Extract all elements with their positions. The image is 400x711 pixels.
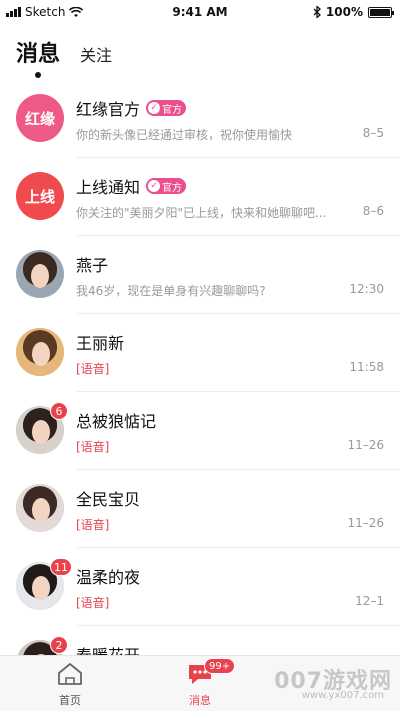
conversation-item[interactable]: 红缘 红缘官方 ✓ 官方 你的新头像已经通过审核，祝你使用愉快 8–5 (0, 80, 400, 158)
verified-check-icon: ✓ (148, 102, 161, 114)
avatar (16, 484, 64, 532)
tabbar-messages-label: 消息 (189, 694, 211, 707)
avatar: 上线 (16, 172, 64, 220)
conversation-list: 红缘 红缘官方 ✓ 官方 你的新头像已经通过审核，祝你使用愉快 8–5 上线 上线… (0, 80, 400, 704)
name-line: 全民宝贝 (76, 486, 140, 510)
message-time: 12–1 (355, 594, 384, 608)
name-line: 红缘官方 ✓ 官方 (76, 96, 187, 120)
conversation-item[interactable]: 上线 上线通知 ✓ 官方 你关注的"美丽夕阳"已上线，快来和她聊聊吧... 8–6 (0, 158, 400, 236)
conversation-item[interactable]: 11 温柔的夜 [语音] 12–1 (0, 548, 400, 626)
status-right: 100% (313, 5, 394, 19)
avatar (16, 250, 64, 298)
unread-badge: 2 (50, 636, 68, 654)
home-icon (58, 663, 82, 685)
avatar (16, 328, 64, 376)
official-badge: ✓ 官方 (146, 100, 187, 116)
contact-name: 王丽新 (76, 334, 125, 353)
tab-messages[interactable]: 消息 (16, 36, 61, 78)
voice-message-tag: [语音] (76, 518, 110, 532)
active-tab-indicator (35, 72, 41, 78)
message-time: 11–26 (347, 516, 384, 530)
tab-messages-label: 消息 (16, 42, 61, 67)
name-line: 上线通知 ✓ 官方 (76, 174, 187, 198)
message-preview: 你关注的"美丽夕阳"已上线，快来和她聊聊吧... (76, 206, 327, 220)
bluetooth-icon (313, 6, 321, 18)
contact-name: 温柔的夜 (76, 568, 141, 587)
tabbar-home-label: 首页 (59, 694, 81, 707)
official-label: 官方 (162, 104, 183, 116)
header-tabs: 消息 关注 (16, 36, 112, 78)
conversation-item[interactable]: 6 总被狼惦记 [语音] 11–26 (0, 392, 400, 470)
message-time: 11:58 (349, 360, 384, 374)
name-line: 总被狼惦记 (76, 408, 156, 432)
battery-percent: 100% (325, 5, 363, 19)
unread-badge: 11 (50, 558, 72, 576)
unread-badge: 6 (50, 402, 68, 420)
conversation-item[interactable]: 王丽新 [语音] 11:58 (0, 314, 400, 392)
message-preview: 你的新头像已经通过审核，祝你使用愉快 (76, 128, 293, 142)
name-line: 燕子 (76, 252, 108, 276)
status-bar: Sketch 9:41 AM 100% (0, 0, 400, 24)
voice-message-tag: [语音] (76, 362, 110, 376)
watermark-url: www.yx007.com (301, 690, 384, 701)
avatar: 红缘 (16, 94, 64, 142)
tab-following[interactable]: 关注 (80, 42, 112, 68)
contact-name: 总被狼惦记 (76, 412, 157, 431)
tabbar-messages[interactable]: 99+ 消息 (170, 658, 236, 708)
message-time: 8–5 (362, 126, 384, 140)
message-time: 8–6 (362, 204, 384, 218)
contact-name: 全民宝贝 (76, 490, 141, 509)
contact-name: 上线通知 (76, 178, 141, 197)
tabbar-home[interactable]: 首页 (40, 662, 100, 708)
voice-message-tag: [语音] (76, 596, 110, 610)
message-time: 11–26 (347, 438, 384, 452)
official-badge: ✓ 官方 (146, 178, 187, 194)
name-line: 温柔的夜 (76, 564, 140, 588)
verified-check-icon: ✓ (148, 180, 161, 192)
message-preview: 我46岁，现在是单身有兴趣聊聊吗? (76, 284, 266, 298)
battery-icon (368, 6, 394, 18)
contact-name: 红缘官方 (76, 100, 141, 119)
name-line: 王丽新 (76, 330, 124, 354)
contact-name: 燕子 (76, 256, 109, 275)
messages-badge: 99+ (204, 658, 236, 674)
conversation-item[interactable]: 燕子 我46岁，现在是单身有兴趣聊聊吗? 12:30 (0, 236, 400, 314)
voice-message-tag: [语音] (76, 440, 110, 454)
official-label: 官方 (162, 182, 183, 194)
message-time: 12:30 (349, 282, 384, 296)
conversation-item[interactable]: 全民宝贝 [语音] 11–26 (0, 470, 400, 548)
